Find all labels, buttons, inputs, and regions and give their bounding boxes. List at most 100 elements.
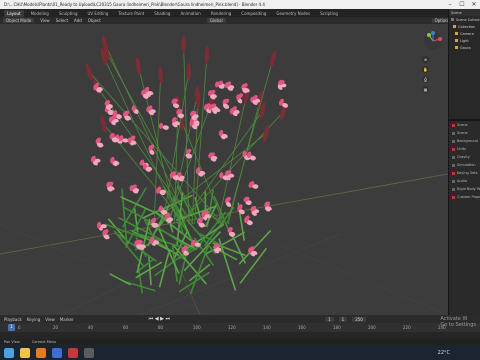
property-section[interactable]: Gravity	[449, 153, 480, 161]
ruler-tick-label: 220	[403, 325, 411, 330]
viewport-header: Object Mode View Select Add Object Globa…	[0, 17, 454, 24]
property-section-label: Rigid Body World	[457, 187, 480, 191]
timeline-header: Playback Keying View Marker ⏮ ◀ ▶ ⏭ 1 1 …	[0, 315, 480, 323]
play-controls[interactable]: ⏮ ◀ ▶ ⏭	[149, 316, 170, 322]
ruler-tick-label: 20	[53, 325, 59, 330]
playhead[interactable]: 1	[8, 324, 15, 331]
flower-petal	[159, 122, 164, 129]
outliner-item[interactable]: Gaura	[449, 44, 480, 51]
keying-menu[interactable]: Keying	[27, 317, 40, 322]
tab-animation[interactable]: Animation	[177, 10, 203, 17]
collection-icon	[453, 25, 456, 28]
app-icon[interactable]	[68, 347, 78, 358]
tab-layout[interactable]: Layout	[4, 9, 24, 17]
grid-toggle-icon[interactable]: ▦	[422, 86, 429, 93]
add-menu[interactable]: Add	[74, 18, 82, 23]
property-section-label: Scene	[457, 123, 468, 127]
flower-bud	[269, 50, 277, 68]
property-section[interactable]: Audio	[449, 177, 480, 185]
tab-rendering[interactable]: Rendering	[208, 10, 234, 17]
stem	[104, 43, 190, 225]
window-title: D:\...CHU\Models\Plants\01_Ready to Uplo…	[4, 2, 265, 7]
navigation-gizmo[interactable]: ⊕ ✋ ⎙ ▦	[422, 30, 444, 93]
outliner-tree: Scene Collection Collection Camera Light Gau…	[449, 16, 480, 51]
maximize-button[interactable]: ☐	[456, 0, 468, 9]
tab-sculpting[interactable]: Sculpting	[56, 10, 81, 17]
watermark-line2: Go to Settings	[440, 322, 476, 328]
ruler-tick-label: 120	[228, 325, 236, 330]
property-section[interactable]: Rigid Body World	[449, 185, 480, 193]
section-icon	[452, 171, 455, 175]
property-section-label: Background	[457, 139, 478, 143]
collection-icon	[455, 46, 458, 49]
outliner-item[interactable]: Collection	[449, 23, 480, 30]
mode-selector[interactable]: Object Mode	[3, 18, 35, 23]
browser-icon[interactable]	[52, 347, 62, 358]
tab-scripting[interactable]: Scripting	[317, 10, 341, 17]
object-menu[interactable]: Object	[88, 18, 101, 23]
status-context-menu: Context Menu	[31, 340, 57, 344]
tab-shading[interactable]: Shading	[151, 10, 173, 17]
property-section[interactable]: Simulation	[449, 161, 480, 169]
playback-menu[interactable]: Playback	[4, 317, 22, 322]
tab-modeling[interactable]: Modeling	[28, 10, 52, 17]
current-frame-field[interactable]: 1	[325, 316, 334, 322]
flower-bud	[204, 46, 210, 65]
property-section[interactable]: Units	[449, 145, 480, 153]
start-frame-field[interactable]: 1	[338, 316, 348, 322]
tab-uv-editing[interactable]: UV Editing	[85, 10, 112, 17]
property-section[interactable]: Scene	[449, 129, 480, 137]
end-frame-field[interactable]: 250	[352, 316, 366, 322]
timeline-ruler[interactable]: 1 0 20 40 60 80 100 120 140 160 180 200 220 240	[0, 323, 480, 332]
timeline-body[interactable]	[0, 332, 480, 339]
timeline-view-menu[interactable]: View	[45, 317, 55, 322]
outliner-item-label: Collection	[458, 24, 476, 29]
3d-viewport[interactable]: ⊕ ✋ ⎙ ▦	[0, 24, 448, 315]
properties-panel: Scene Scene Background Units Gravity Simulati…	[448, 119, 480, 315]
flower-bud	[158, 66, 163, 85]
outliner-item[interactable]: Camera	[449, 30, 480, 37]
pan-hand-icon[interactable]: ✋	[422, 66, 429, 73]
minimize-button[interactable]: –	[444, 0, 456, 9]
property-section-label: Gravity	[457, 155, 470, 159]
weather-temp: 22°C	[437, 349, 450, 356]
property-section[interactable]: Custom Properties	[449, 193, 480, 201]
outliner-item[interactable]: Scene Collection	[449, 16, 480, 23]
outliner-item-label: Camera	[460, 31, 474, 36]
section-icon	[452, 187, 455, 191]
select-menu[interactable]: Select	[56, 18, 68, 23]
camera-icon[interactable]: ⎙	[422, 76, 429, 83]
outliner-item-label: Gaura	[460, 45, 471, 50]
grid-line	[59, 223, 251, 315]
property-section[interactable]: Keying Sets	[449, 169, 480, 177]
property-section[interactable]: Background	[449, 137, 480, 145]
outliner-item[interactable]: Light	[449, 37, 480, 44]
workspace-tabs: Layout Modeling Sculpting UV Editing Texture…	[0, 9, 480, 17]
view-menu[interactable]: View	[40, 18, 50, 23]
status-pan-view: Pan View	[4, 340, 20, 344]
zoom-icon[interactable]: ⊕	[422, 56, 429, 63]
section-icon	[452, 155, 455, 159]
ruler-tick-label: 40	[88, 325, 94, 330]
section-icon	[452, 195, 455, 199]
tab-compositing[interactable]: Compositing	[238, 10, 269, 17]
tab-geometry-nodes[interactable]: Geometry Nodes	[273, 10, 313, 17]
section-icon	[452, 179, 455, 183]
axis-gizmo[interactable]	[422, 30, 444, 52]
leaf	[120, 196, 164, 218]
properties-list: Scene Scene Background Units Gravity Simulati…	[449, 121, 480, 201]
file-explorer-icon[interactable]	[20, 347, 30, 358]
start-icon[interactable]	[4, 347, 14, 358]
orientation-dropdown[interactable]: Global	[206, 18, 226, 23]
flower-bud	[181, 35, 186, 54]
section-icon	[452, 131, 455, 135]
blender-icon[interactable]	[36, 347, 46, 358]
window-title-bar: D:\...CHU\Models\Plants\01_Ready to Uplo…	[0, 0, 480, 9]
property-section[interactable]: Scene	[449, 121, 480, 129]
app-icon[interactable]	[84, 347, 94, 358]
close-button[interactable]: ✕	[468, 0, 480, 9]
marker-menu[interactable]: Marker	[60, 317, 74, 322]
tab-texture-paint[interactable]: Texture Paint	[115, 10, 147, 17]
flower-bud	[100, 115, 107, 133]
property-section-label: Audio	[457, 179, 467, 183]
